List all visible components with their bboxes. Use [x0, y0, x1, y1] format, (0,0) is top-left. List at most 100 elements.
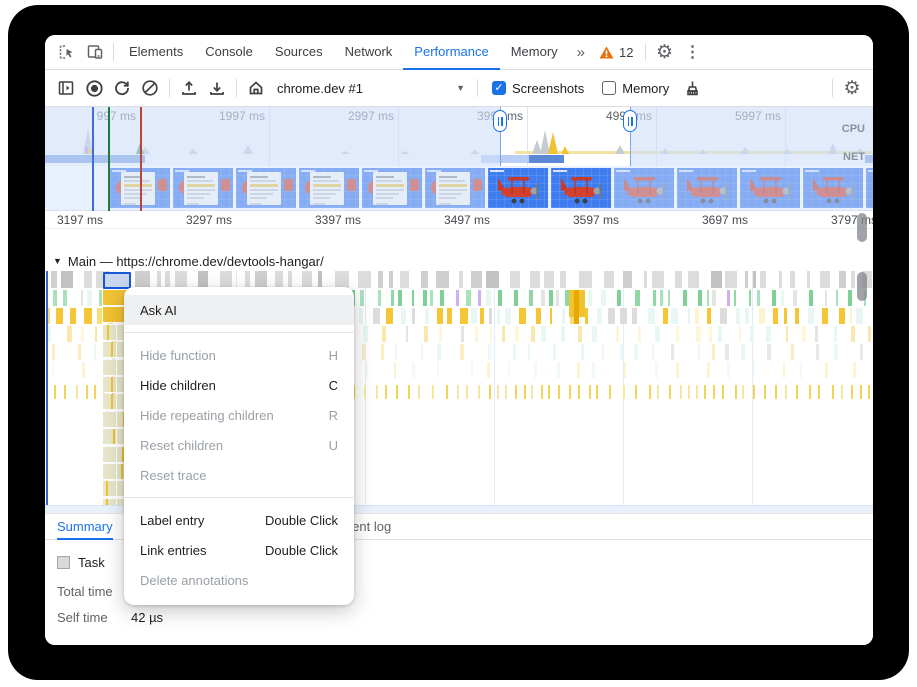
main-disclosure-icon[interactable]: ▼	[53, 256, 62, 266]
filmstrip-frame[interactable]	[677, 168, 737, 208]
flame-bar[interactable]	[456, 290, 460, 306]
flame-bar[interactable]	[850, 308, 853, 324]
flame-bar[interactable]	[595, 385, 598, 399]
flame-bar[interactable]	[706, 290, 709, 306]
flame-bar[interactable]	[447, 308, 453, 324]
flame-bar[interactable]	[868, 385, 870, 399]
filmstrip-frame[interactable]	[236, 168, 296, 208]
flame-bar[interactable]	[372, 308, 381, 324]
flame-bar[interactable]	[562, 308, 566, 324]
menu-item-hide-children[interactable]: Hide children C	[124, 370, 354, 400]
flame-bar[interactable]	[317, 271, 323, 288]
flame-bar[interactable]	[753, 271, 757, 288]
flame-bar[interactable]	[643, 271, 648, 288]
flame-bar[interactable]	[94, 326, 97, 342]
flame-bar[interactable]	[818, 385, 820, 399]
flame-bar[interactable]	[157, 271, 162, 288]
flame-bar[interactable]	[778, 271, 783, 288]
flame-bar[interactable]	[588, 290, 592, 306]
flame-bar[interactable]	[245, 271, 250, 288]
flame-bar[interactable]	[859, 385, 862, 399]
flame-bar[interactable]	[652, 344, 655, 360]
flame-bar[interactable]	[619, 308, 628, 324]
flame-bar[interactable]	[868, 326, 871, 342]
flame-bar[interactable]	[853, 362, 857, 378]
capture-settings-gear-icon[interactable]: ⚙	[839, 75, 865, 101]
flame-bar[interactable]	[850, 326, 855, 342]
flame-bar[interactable]	[683, 290, 688, 306]
flame-bar[interactable]	[623, 385, 626, 399]
flame-bar[interactable]	[535, 308, 542, 324]
flame-bar[interactable]	[782, 362, 786, 378]
flame-bar[interactable]	[523, 385, 526, 399]
tab-sources[interactable]: Sources	[264, 35, 334, 70]
flame-bar[interactable]	[394, 344, 398, 360]
flame-bar[interactable]	[470, 362, 474, 378]
flame-bar[interactable]	[48, 308, 51, 324]
flame-bar[interactable]	[719, 308, 727, 324]
timeline-overview[interactable]: 997 ms1997 ms2997 ms3997 ms4997 ms5997 m…	[45, 107, 873, 166]
flame-bar[interactable]	[501, 326, 505, 342]
flame-bar[interactable]	[819, 271, 830, 288]
flame-bar[interactable]	[388, 271, 393, 288]
flame-bar[interactable]	[667, 290, 671, 306]
flame-bar[interactable]	[727, 362, 730, 378]
flame-bar[interactable]	[505, 308, 512, 324]
flame-bar[interactable]	[783, 308, 787, 324]
flame-bar[interactable]	[48, 326, 51, 342]
flame-bar[interactable]	[601, 290, 607, 306]
flame-bar[interactable]	[382, 326, 386, 342]
flame-bar[interactable]	[530, 271, 541, 288]
flame-bar[interactable]	[430, 290, 433, 306]
flame-bar[interactable]	[748, 290, 752, 306]
flame-bar[interactable]	[785, 385, 787, 399]
flame-bar[interactable]	[60, 271, 74, 288]
flame-bar[interactable]	[460, 308, 468, 324]
flame-bar[interactable]	[86, 385, 89, 399]
flame-bar[interactable]	[50, 271, 57, 288]
flame-bar[interactable]	[824, 362, 828, 378]
flame-bar[interactable]	[634, 344, 639, 360]
flame-bar[interactable]	[377, 271, 384, 288]
flame-bar[interactable]	[53, 290, 58, 306]
filmstrip-frame[interactable]	[740, 168, 800, 208]
flame-bar[interactable]	[94, 344, 97, 360]
flame-bar[interactable]	[847, 290, 852, 306]
flame-bar[interactable]	[544, 271, 555, 288]
collect-garbage-broom-icon[interactable]	[679, 75, 705, 101]
flame-bar[interactable]	[220, 271, 233, 288]
flame-bar[interactable]	[401, 308, 407, 324]
flame-bar[interactable]	[807, 308, 814, 324]
flame-bar[interactable]	[422, 290, 427, 306]
filmstrip-frame[interactable]	[614, 168, 674, 208]
flame-bar[interactable]	[81, 326, 84, 342]
flame-bar[interactable]	[725, 271, 737, 288]
flame-bar[interactable]	[528, 290, 533, 306]
flame-bar[interactable]	[394, 362, 397, 378]
flame-bar[interactable]	[53, 385, 56, 399]
flame-bar[interactable]	[77, 344, 82, 360]
flame-bar[interactable]	[799, 362, 802, 378]
flame-bar[interactable]	[712, 344, 716, 360]
screenshots-checkbox[interactable]: ✓ Screenshots	[484, 81, 592, 96]
flame-bar[interactable]	[780, 290, 785, 306]
flame-bar[interactable]	[423, 326, 429, 342]
flame-yellow-cluster-core[interactable]	[574, 290, 579, 324]
filmstrip-frame[interactable]	[425, 168, 485, 208]
flame-bar[interactable]	[744, 271, 749, 288]
flame-bar[interactable]	[742, 385, 745, 399]
flame-bar[interactable]	[652, 271, 664, 288]
flame-bar[interactable]	[513, 290, 518, 306]
flame-bar[interactable]	[458, 271, 463, 288]
flame-bar[interactable]	[550, 308, 553, 324]
flame-bar[interactable]	[439, 290, 444, 306]
flame-bar[interactable]	[334, 271, 349, 288]
filmstrip-frame[interactable]	[299, 168, 359, 208]
flame-bar[interactable]	[436, 362, 439, 378]
flame-bar[interactable]	[809, 385, 812, 399]
flame-bar[interactable]	[435, 271, 449, 288]
flame-bar[interactable]	[585, 308, 589, 324]
flame-bar[interactable]	[698, 290, 702, 306]
flame-bar[interactable]	[489, 385, 492, 399]
flame-bar[interactable]	[712, 290, 716, 306]
